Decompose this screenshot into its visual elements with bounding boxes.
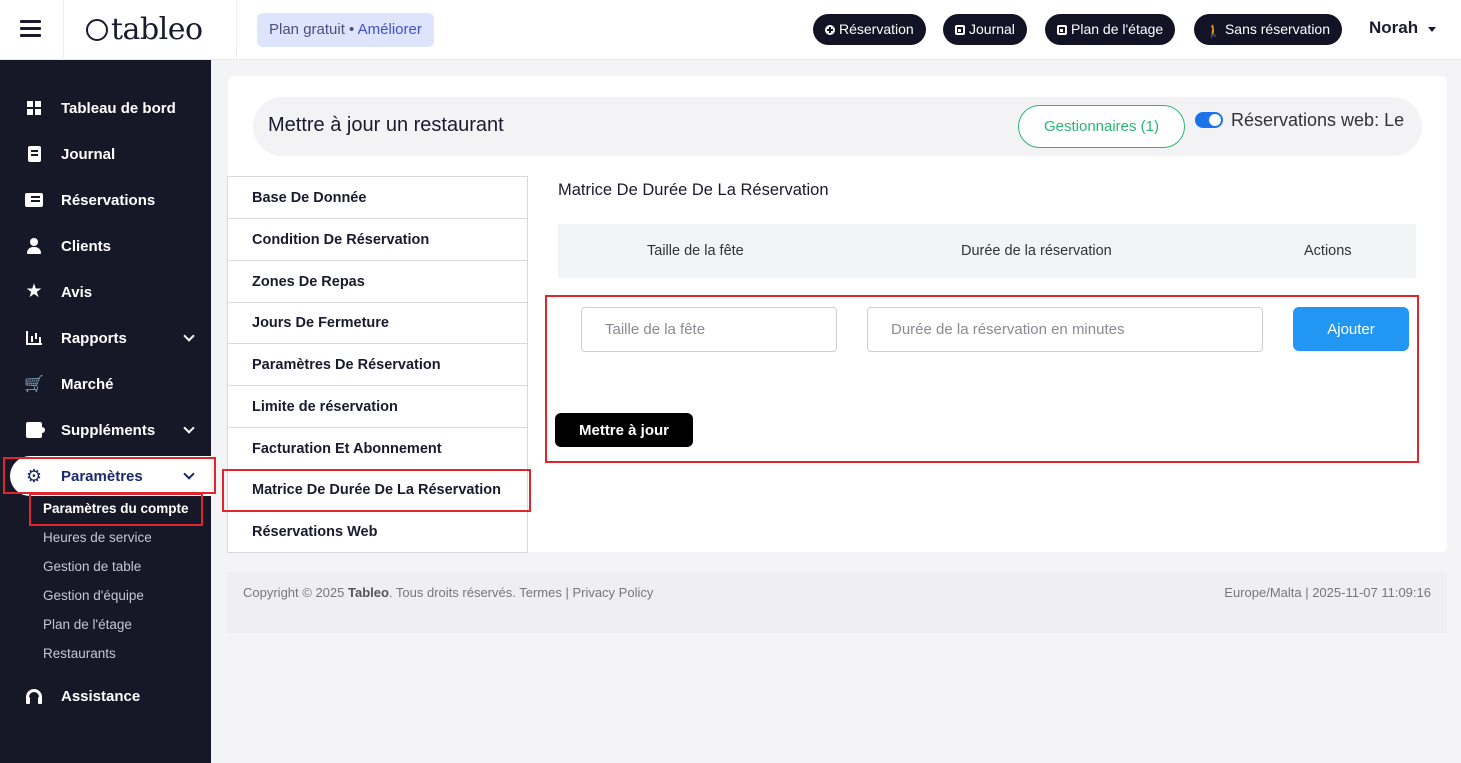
sidebar-item-reviews[interactable]: ★ Avis [0, 272, 211, 312]
settings-menu: Base De Donnée Condition De Réservation … [227, 176, 528, 553]
chevron-down-icon[interactable] [183, 468, 195, 480]
sidebar-item-label: Suppléments [61, 421, 156, 439]
dashboard-icon [25, 99, 43, 117]
headset-icon [25, 687, 43, 705]
user-menu[interactable]: Norah [1369, 18, 1418, 38]
menu-item-web-reservations[interactable]: Réservations Web [228, 511, 527, 553]
menu-item-reservation-limit[interactable]: Limite de réservation [228, 386, 527, 428]
plus-circle-icon [825, 25, 835, 35]
floor-plan-label: Plan de l'étage [1071, 21, 1164, 37]
walk-in-label: Sans réservation [1224, 21, 1331, 37]
walking-person-icon: 🚶 [1206, 24, 1221, 38]
sidebar-item-label: Journal [61, 145, 116, 163]
sub-item-restaurants[interactable]: Restaurants [43, 646, 116, 661]
puzzle-icon [25, 421, 45, 439]
sidebar-item-reservations[interactable]: Réservations [0, 180, 211, 220]
upgrade-link[interactable]: Améliorer [358, 21, 422, 38]
column-header-party-size: Taille de la fête [647, 243, 744, 259]
book-icon [25, 145, 43, 163]
list-icon [25, 191, 43, 209]
managers-button[interactable]: Gestionnaires (1) [1018, 105, 1185, 148]
sidebar-item-settings[interactable]: ⚙ Paramètres [10, 456, 211, 496]
menu-item-closing-days[interactable]: Jours De Fermeture [228, 302, 527, 344]
menu-item-billing[interactable]: Facturation Et Abonnement [228, 428, 527, 470]
section-title: Matrice De Durée De La Réservation [558, 181, 829, 199]
journal-button[interactable]: Journal [943, 14, 1027, 45]
menu-item-duration-matrix[interactable]: Matrice De Durée De La Réservation [228, 469, 527, 511]
calendar-icon [1057, 25, 1067, 35]
sidebar-item-journal[interactable]: Journal [0, 134, 211, 174]
menu-item-reservation-settings[interactable]: Paramètres De Réservation [228, 344, 527, 386]
page-title: Mettre à jour un restaurant [268, 114, 504, 136]
journal-label: Journal [969, 21, 1015, 37]
calendar-icon [955, 25, 965, 35]
star-icon: ★ [25, 281, 43, 302]
new-reservation-button[interactable]: Réservation [813, 14, 926, 45]
floor-plan-button[interactable]: Plan de l'étage [1045, 14, 1176, 45]
web-reservations-label: Réservations web: Le [1231, 110, 1405, 130]
add-button[interactable]: Ajouter [1293, 307, 1409, 351]
sidebar-item-label: Avis [61, 283, 93, 301]
sidebar-item-label: Paramètres [61, 467, 143, 485]
table-header: Taille de la fête Durée de la réservatio… [558, 224, 1416, 278]
chart-icon [25, 329, 43, 347]
update-button[interactable]: Mettre à jour [555, 413, 693, 447]
hamburger-menu-icon[interactable] [20, 20, 41, 38]
gear-icon: ⚙ [25, 466, 43, 486]
sub-item-account-settings[interactable]: Paramètres du compte [43, 501, 189, 516]
logo-ring-icon [86, 19, 108, 41]
column-header-duration: Durée de la réservation [961, 243, 1112, 259]
caret-down-icon[interactable] [1428, 27, 1436, 32]
plan-label: Plan gratuit [269, 21, 345, 38]
sub-item-service-hours[interactable]: Heures de service [43, 530, 152, 545]
new-reservation-label: Réservation [839, 21, 914, 37]
top-bar: tableo Plan gratuit • Améliorer Réservat… [0, 0, 1461, 60]
plan-separator: • [344, 21, 358, 38]
divider [236, 0, 237, 60]
sidebar-item-dashboard[interactable]: Tableau de bord [0, 88, 211, 128]
chevron-down-icon[interactable] [183, 422, 195, 434]
cart-icon: 🛒 [24, 376, 44, 393]
sidebar-item-reports[interactable]: Rapports [0, 318, 211, 358]
sidebar-item-support[interactable]: Assistance [0, 676, 211, 716]
footer: Copyright © 2025 Tableo. Tous droits rés… [227, 572, 1447, 633]
walk-in-button[interactable]: 🚶 Sans réservation [1194, 14, 1343, 45]
sidebar-item-label: Réservations [61, 191, 156, 209]
sidebar-item-label: Rapports [61, 329, 127, 347]
sub-item-team-management[interactable]: Gestion d'équipe [43, 588, 144, 603]
sub-item-floor-plan[interactable]: Plan de l'étage [43, 617, 132, 632]
party-size-input[interactable] [581, 307, 837, 352]
footer-timezone-time: Europe/Malta | 2025-11-07 11:09:16 [1224, 585, 1431, 600]
web-reservations-toggle[interactable] [1195, 112, 1223, 128]
footer-copyright: Copyright © 2025 Tableo. Tous droits rés… [243, 585, 653, 600]
plan-badge: Plan gratuit • Améliorer [257, 13, 434, 47]
divider [63, 0, 64, 60]
chevron-down-icon[interactable] [183, 330, 195, 342]
sidebar-item-market[interactable]: 🛒 Marché [0, 364, 211, 404]
sidebar-item-label: Marché [61, 375, 114, 393]
sidebar-item-label: Clients [61, 237, 112, 255]
user-icon [25, 237, 43, 255]
menu-item-database[interactable]: Base De Donnée [228, 177, 527, 219]
sidebar-item-clients[interactable]: Clients [0, 226, 211, 266]
column-header-actions: Actions [1304, 243, 1352, 259]
sidebar-item-label: Tableau de bord [61, 99, 176, 117]
footer-brand: Tableo [347, 585, 389, 600]
menu-item-dining-areas[interactable]: Zones De Repas [228, 261, 527, 303]
logo-text: tableo [111, 12, 203, 47]
copyright-text: Copyright © 2025 [243, 585, 345, 600]
sidebar-item-label: Assistance [61, 687, 141, 705]
duration-input[interactable] [867, 307, 1263, 352]
sub-item-table-management[interactable]: Gestion de table [43, 559, 141, 574]
sidebar-item-addons[interactable]: Suppléments [0, 410, 211, 450]
menu-item-reservation-conditions[interactable]: Condition De Réservation [228, 219, 527, 261]
sidebar: Tableau de bord Journal Réservations Cli… [0, 60, 211, 763]
footer-rights[interactable]: . Tous droits réservés. Termes | Privacy… [389, 585, 653, 600]
logo[interactable]: tableo [86, 12, 203, 48]
